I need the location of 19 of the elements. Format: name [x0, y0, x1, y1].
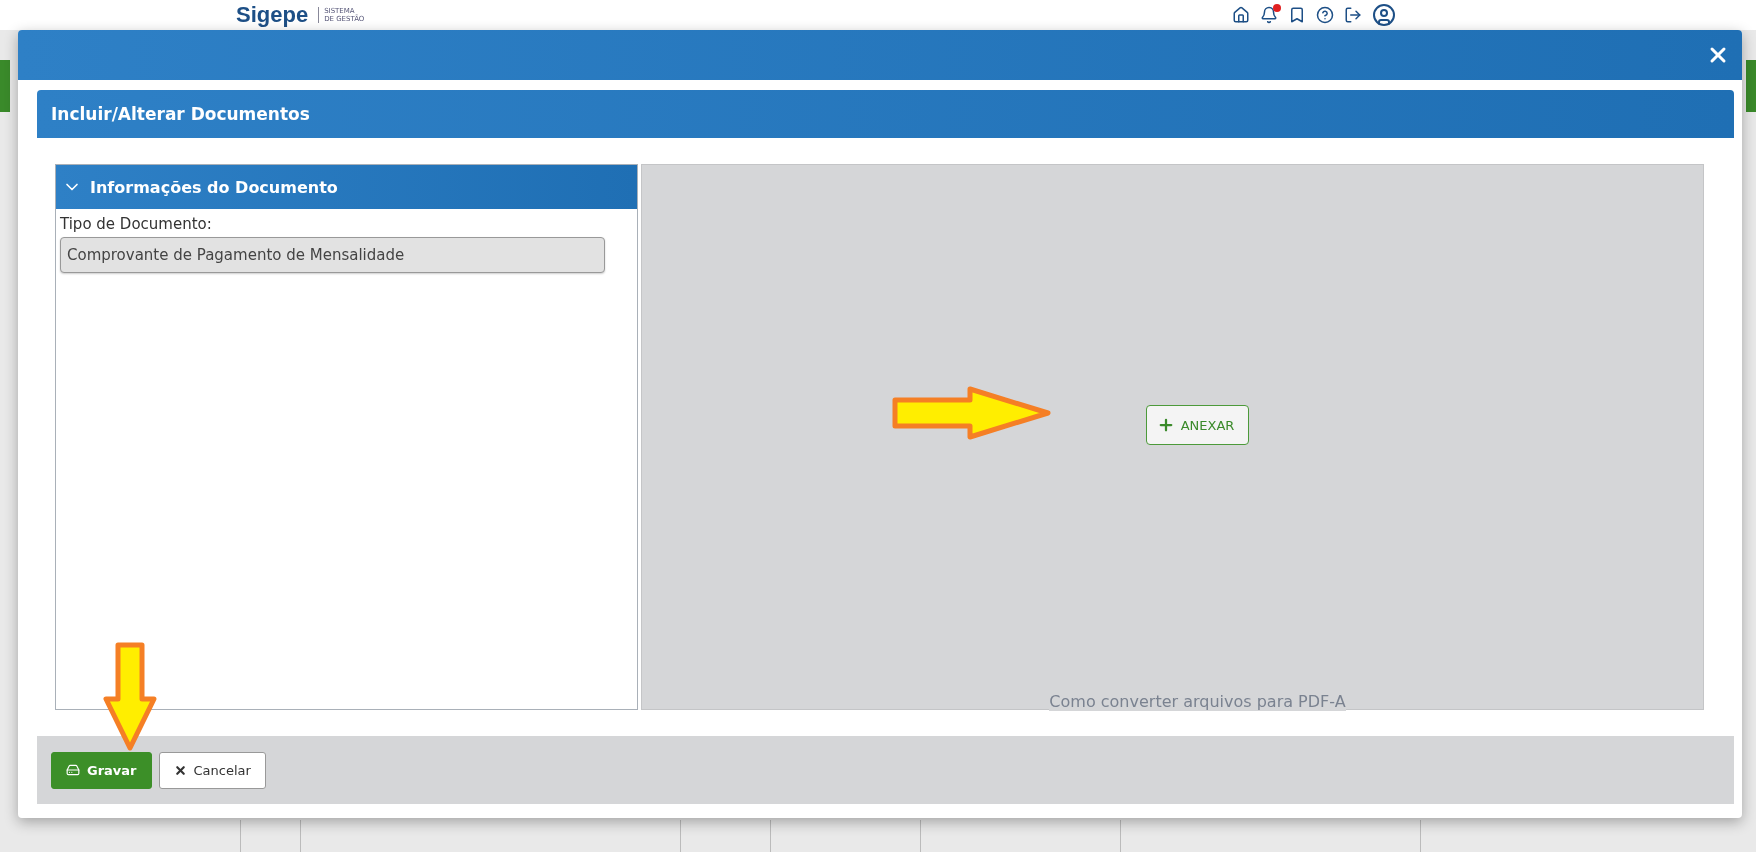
attach-button[interactable]: ANEXAR [1145, 405, 1250, 445]
document-type-field[interactable]: Comprovante de Pagamento de Mensalidade [60, 237, 605, 273]
help-icon[interactable] [1316, 6, 1334, 24]
bell-icon[interactable] [1260, 6, 1278, 24]
cancel-button[interactable]: Cancelar [158, 751, 266, 789]
user-icon[interactable] [1372, 3, 1396, 27]
hard-drive-icon [66, 763, 80, 777]
home-icon[interactable] [1232, 6, 1250, 24]
section-header[interactable]: Informações do Documento [56, 165, 637, 209]
field-label: Tipo de Documento: [59, 214, 213, 235]
close-icon [173, 763, 187, 777]
save-button[interactable]: Gravar [51, 751, 152, 789]
page-header-strip [1746, 60, 1756, 112]
logo: Sigepe [236, 2, 309, 28]
logout-icon[interactable] [1344, 6, 1362, 24]
help-link[interactable]: Como converter arquivos para PDF-A [1049, 692, 1346, 711]
page-header-strip [0, 60, 10, 112]
panel-title: Incluir/Alterar Documentos [37, 90, 1734, 138]
bookmark-icon[interactable] [1288, 6, 1306, 24]
